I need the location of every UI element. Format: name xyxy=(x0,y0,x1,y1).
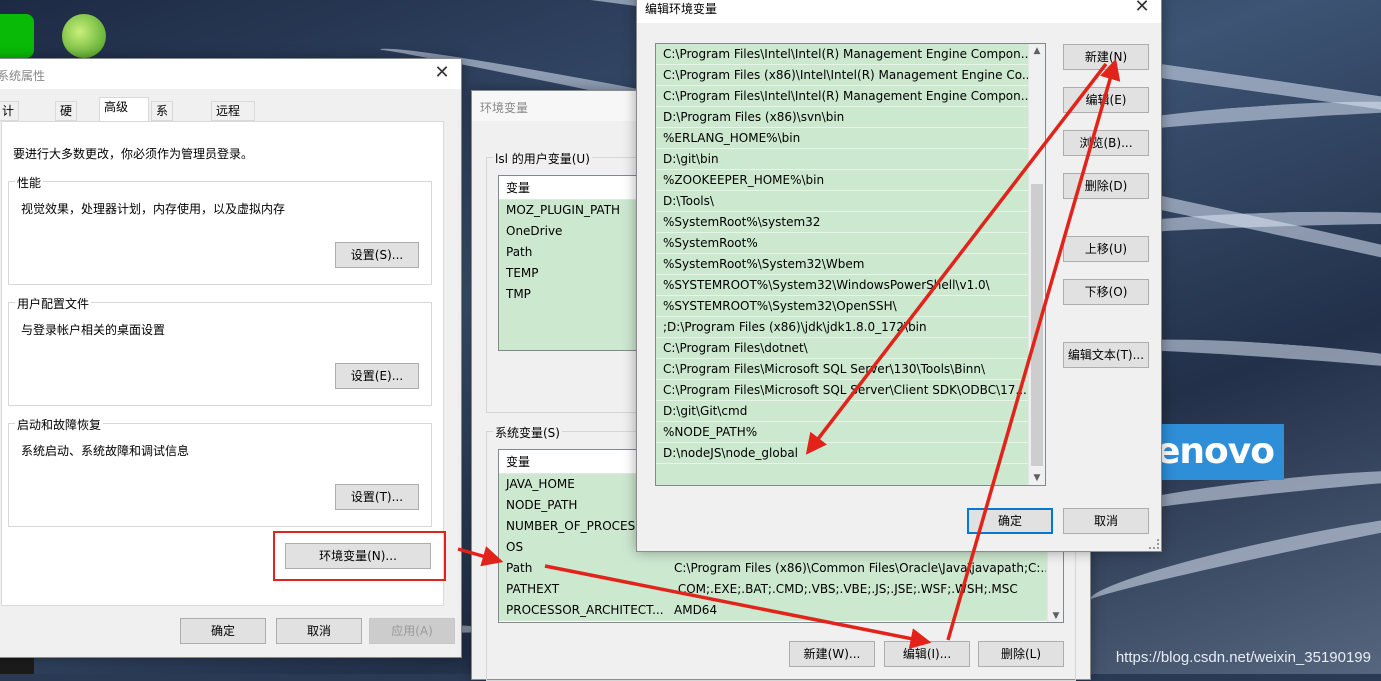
edit-path-button[interactable]: 编辑(E) xyxy=(1063,87,1149,113)
list-item[interactable]: D:\Program Files (x86)\svn\bin xyxy=(656,107,1028,128)
variable-name: JAVA_HOME xyxy=(506,477,575,491)
list-item[interactable]: %ERLANG_HOME%\bin xyxy=(656,128,1028,149)
list-item[interactable]: %ZOOKEEPER_HOME%\bin xyxy=(656,170,1028,191)
apply-button[interactable]: 应用(A) xyxy=(369,618,455,644)
scrollbar-thumb[interactable] xyxy=(1031,184,1043,466)
user-profile-settings-button[interactable]: 设置(E)... xyxy=(335,363,419,389)
path-entries-list: C:\Program Files\Intel\Intel(R) Manageme… xyxy=(655,43,1046,486)
delete-system-variable-button[interactable]: 删除(L) xyxy=(978,641,1064,667)
close-icon[interactable]: ✕ xyxy=(1129,0,1155,19)
variable-name: OS xyxy=(506,540,524,554)
scroll-up-arrow-icon[interactable]: ▲ xyxy=(1029,44,1045,58)
edit-env-titlebar: 编辑环境变量 ✕ xyxy=(637,0,1161,23)
resize-grip-icon[interactable] xyxy=(1149,539,1159,549)
system-properties-titlebar: 系统属性 ✕ xyxy=(0,59,461,89)
system-variables-legend: 系统变量(S) xyxy=(493,424,562,441)
startup-recovery-legend: 启动和故障恢复 xyxy=(15,416,104,433)
list-item[interactable]: C:\Program Files (x86)\Intel\Intel(R) Ma… xyxy=(656,65,1028,86)
list-item[interactable]: %SYSTEMROOT%\System32\OpenSSH\ xyxy=(656,296,1028,317)
move-down-button[interactable]: 下移(O) xyxy=(1063,279,1149,305)
list-item[interactable]: D:\git\bin xyxy=(656,149,1028,170)
list-item[interactable]: D:\nodeJS\node_global xyxy=(656,443,1028,464)
list-item[interactable]: ;D:\Program Files (x86)\jdk\jdk1.8.0_172… xyxy=(656,317,1028,338)
user-profile-legend: 用户配置文件 xyxy=(15,295,92,312)
edit-system-variable-button[interactable]: 编辑(I)... xyxy=(884,641,970,667)
app-desktop-icon[interactable] xyxy=(62,14,106,58)
path-entries-rows: C:\Program Files\Intel\Intel(R) Manageme… xyxy=(656,44,1028,485)
user-profile-desc: 与登录帐户相关的桌面设置 xyxy=(21,323,166,337)
browse-path-button[interactable]: 浏览(B)... xyxy=(1063,130,1149,156)
cancel-button[interactable]: 取消 xyxy=(276,618,362,644)
list-item[interactable]: %NODE_PATH% xyxy=(656,422,1028,443)
tab-advanced[interactable]: 高级 xyxy=(99,97,149,121)
wechat-desktop-icon[interactable] xyxy=(0,14,34,58)
edit-environment-variable-window: 编辑环境变量 ✕ C:\Program Files\Intel\Intel(R)… xyxy=(636,0,1162,552)
list-item[interactable]: C:\Program Files\Microsoft SQL Server\Cl… xyxy=(656,380,1028,401)
variable-name: NUMBER_OF_PROCESS xyxy=(506,519,643,533)
user-variables-legend: lsl 的用户变量(U) xyxy=(493,150,592,167)
list-item[interactable]: C:\Program Files\dotnet\ xyxy=(656,338,1028,359)
close-icon[interactable]: ✕ xyxy=(429,61,455,85)
list-item[interactable]: D:\Tools\ xyxy=(656,191,1028,212)
tab-remote[interactable]: 远程 xyxy=(211,101,255,121)
ok-button[interactable]: 确定 xyxy=(967,508,1053,534)
list-item[interactable]: C:\Program Files\Microsoft SQL Server\13… xyxy=(656,359,1028,380)
new-path-button[interactable]: 新建(N) xyxy=(1063,44,1149,70)
table-row[interactable]: Path C:\Program Files (x86)\Common Files\… xyxy=(499,558,1063,579)
scroll-down-arrow-icon[interactable]: ▼ xyxy=(1029,471,1045,485)
performance-desc: 视觉效果，处理器计划，内存使用，以及虚拟内存 xyxy=(21,202,286,216)
user-profile-group: 用户配置文件 与登录帐户相关的桌面设置 设置(E)... xyxy=(8,295,432,406)
ok-button[interactable]: 确定 xyxy=(180,618,266,644)
startup-recovery-desc: 系统启动、系统故障和调试信息 xyxy=(21,444,190,458)
new-system-variable-button[interactable]: 新建(W)... xyxy=(789,641,875,667)
scroll-down-arrow-icon[interactable]: ▼ xyxy=(1048,609,1063,622)
variable-value: AMD64 xyxy=(674,603,718,617)
list-item[interactable]: C:\Program Files\Intel\Intel(R) Manageme… xyxy=(656,86,1028,107)
variable-name: PROCESSOR_ARCHITECT... xyxy=(506,603,664,617)
tab-system-protection[interactable]: 系统保护 xyxy=(151,101,174,172)
table-row[interactable]: PROCESSOR_ARCHITECT... AMD64 xyxy=(499,600,1063,621)
admin-note: 要进行大多数更改，你必须作为管理员登录。 xyxy=(13,147,254,161)
window-title: 环境变量 xyxy=(480,101,529,115)
list-item[interactable]: D:\git\Git\cmd xyxy=(656,401,1028,422)
variable-name: PATHEXT xyxy=(506,582,560,596)
edit-text-button[interactable]: 编辑文本(T)... xyxy=(1063,342,1149,368)
delete-path-button[interactable]: 删除(D) xyxy=(1063,173,1149,199)
list-item[interactable]: C:\Program Files\Intel\Intel(R) Manageme… xyxy=(656,44,1028,65)
list-item[interactable]: %SYSTEMROOT%\System32\WindowsPowerShell\… xyxy=(656,275,1028,296)
list-item[interactable]: %SystemRoot%\System32\Wbem xyxy=(656,254,1028,275)
table-row[interactable]: PATHEXT .COM;.EXE;.BAT;.CMD;.VBS;.VBE;.JS… xyxy=(499,579,1063,600)
performance-group: 性能 视觉效果，处理器计划，内存使用，以及虚拟内存 设置(S)... xyxy=(8,174,432,285)
window-title: 编辑环境变量 xyxy=(645,2,718,16)
tab-computer-name[interactable]: 计算机名 xyxy=(0,101,20,172)
variable-name: NODE_PATH xyxy=(506,498,578,512)
variable-value: C:\Program Files (x86)\Common Files\Orac… xyxy=(674,561,1046,575)
cancel-button[interactable]: 取消 xyxy=(1063,508,1149,534)
variable-value: .COM;.EXE;.BAT;.CMD;.VBS;.VBE;.JS;.JSE;.… xyxy=(674,582,1018,596)
path-list-scrollbar[interactable]: ▲ ▼ xyxy=(1028,44,1045,485)
startup-recovery-settings-button[interactable]: 设置(T)... xyxy=(335,484,419,510)
startup-recovery-group: 启动和故障恢复 系统启动、系统故障和调试信息 设置(T)... xyxy=(8,416,432,527)
variable-name: Path xyxy=(506,561,533,575)
performance-settings-button[interactable]: 设置(S)... xyxy=(335,242,419,268)
list-item[interactable]: %SystemRoot% xyxy=(656,233,1028,254)
window-title: 系统属性 xyxy=(0,69,46,83)
tab-hardware[interactable]: 硬件 xyxy=(55,101,78,136)
list-item[interactable]: %SystemRoot%\system32 xyxy=(656,212,1028,233)
annotation-highlight-box xyxy=(273,531,446,581)
performance-legend: 性能 xyxy=(15,174,44,191)
watermark: https://blog.csdn.net/weixin_35190199 xyxy=(1115,649,1371,666)
move-up-button[interactable]: 上移(U) xyxy=(1063,236,1149,262)
